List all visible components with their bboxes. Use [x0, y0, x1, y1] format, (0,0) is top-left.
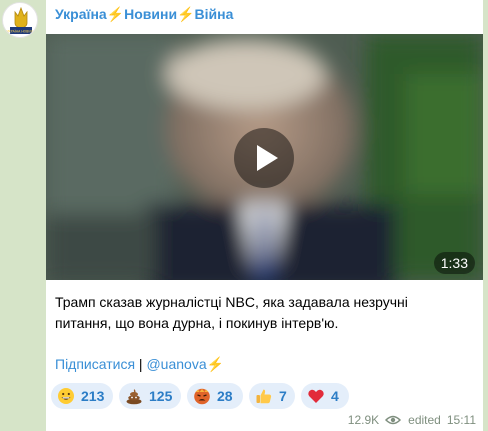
poop-icon: [126, 389, 142, 405]
channel-name[interactable]: Україна⚡Новини⚡Війна: [55, 6, 233, 23]
channel-avatar[interactable]: УКРАЇНА НОВИНИ: [2, 2, 38, 38]
avatar-caption: УКРАЇНА НОВИНИ: [6, 29, 36, 34]
reaction-heart[interactable]: 4: [301, 383, 349, 409]
subscribe-line: Підписатися | @uanova⚡: [55, 354, 224, 374]
angry-face-icon: [194, 388, 210, 405]
eye-icon: [385, 415, 402, 425]
grinning-face-icon: [58, 388, 74, 404]
reaction-angry[interactable]: 28: [187, 383, 243, 409]
message-time: 15:11: [446, 413, 476, 427]
red-heart-icon: [308, 389, 324, 403]
reaction-grinning[interactable]: 213: [51, 383, 113, 409]
reaction-count: 213: [81, 388, 105, 404]
play-icon: [257, 145, 278, 171]
video-duration: 1:33: [433, 252, 475, 274]
reaction-count: 28: [217, 388, 233, 404]
edited-label: edited: [408, 413, 441, 427]
subscribe-link[interactable]: Підписатися: [55, 356, 135, 372]
message-meta: 12.9K edited 15:11: [348, 413, 476, 427]
play-button[interactable]: [234, 128, 294, 188]
trident-logo-icon: УКРАЇНА НОВИНИ: [6, 6, 36, 34]
reaction-poop[interactable]: 125: [119, 383, 181, 409]
video-thumbnail[interactable]: 1:33: [46, 34, 483, 280]
reaction-count: 4: [331, 388, 339, 404]
subscribe-separator: |: [135, 356, 147, 372]
reaction-count: 7: [279, 388, 287, 404]
reaction-count: 125: [149, 388, 173, 404]
reaction-thumbs-up[interactable]: 7: [249, 383, 295, 409]
message-text: Трамп сказав журналістці NBC, яка задава…: [55, 294, 408, 331]
thumbs-up-icon: [256, 389, 272, 404]
channel-handle-link[interactable]: @uanova⚡: [146, 356, 224, 372]
view-count: 12.9K: [347, 413, 380, 427]
